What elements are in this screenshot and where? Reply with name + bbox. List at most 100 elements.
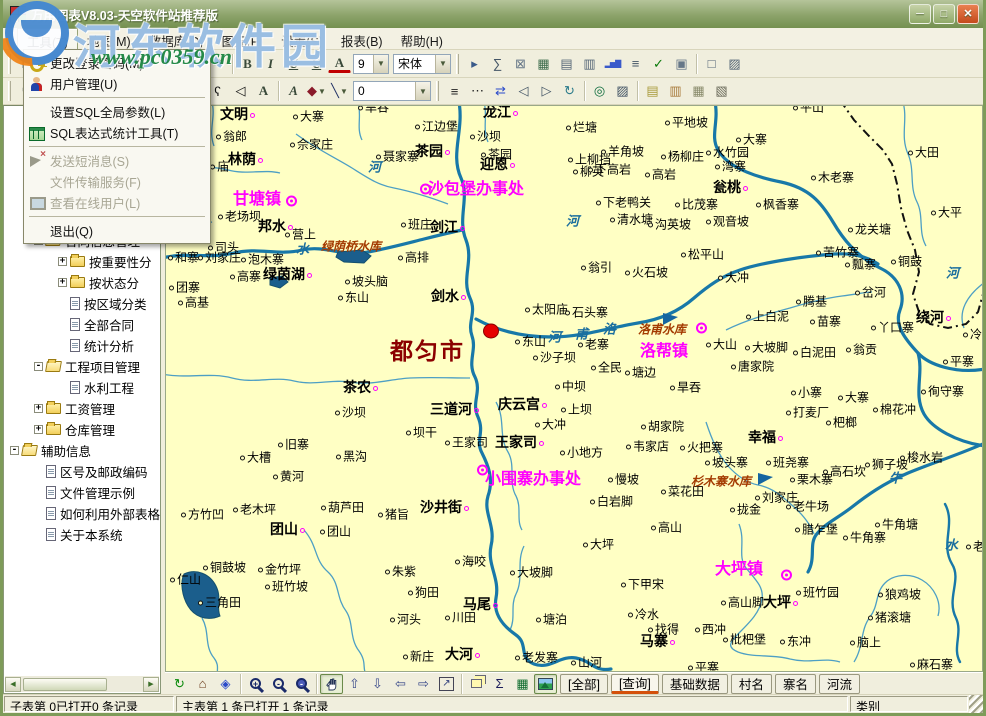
expand-icon[interactable]: + <box>34 425 43 434</box>
chart-view-icon[interactable]: ▂▅▇ <box>601 53 624 74</box>
italic-icon[interactable]: I <box>259 53 282 74</box>
underline-icon[interactable]: U <box>282 53 305 74</box>
resize-grip[interactable] <box>969 695 983 713</box>
menubar-item-2[interactable]: 数据库(D) <box>140 28 213 49</box>
close-button[interactable]: ✕ <box>957 4 979 24</box>
strikethrough-icon[interactable]: U <box>305 53 328 74</box>
tree-item-5[interactable]: 统计分析 <box>4 335 160 356</box>
swap-arrows-icon[interactable]: ⇄ <box>489 81 512 102</box>
font-size-combo[interactable]: 9▼ <box>353 54 389 74</box>
table-total-icon[interactable]: ≡ <box>624 53 647 74</box>
grid-close-icon[interactable]: ▨ <box>723 53 746 74</box>
font-style-icon[interactable]: A <box>282 81 305 102</box>
link-globe-icon[interactable]: ◎ <box>588 81 611 102</box>
map-image-icon[interactable] <box>534 674 557 694</box>
layer-down-icon[interactable]: ▧ <box>710 81 733 102</box>
layer-front-icon[interactable]: ▤ <box>641 81 664 102</box>
filter-button-4[interactable]: 寨名 <box>775 674 816 694</box>
filter-button-3[interactable]: 村名 <box>731 674 772 694</box>
scroll-right-icon[interactable]: ▶ <box>143 677 159 692</box>
extent-icon[interactable]: ↗ <box>435 674 458 694</box>
scroll-thumb[interactable] <box>23 678 107 691</box>
node-edit-icon[interactable]: ◁ <box>512 81 535 102</box>
collapse-icon[interactable]: - <box>10 446 19 455</box>
tree-item-13[interactable]: 如何利用外部表格 <box>4 503 160 524</box>
scroll-left-icon[interactable]: ◀ <box>5 677 21 692</box>
menubar-item-6[interactable]: 帮助(H) <box>392 28 452 49</box>
map-view[interactable]: 大寨旱吞江边堡沙坝茶园聂家寨佘家庄翁郎庙上柳挡柳英老场坝营上班庄高排司头和寨刘家… <box>165 105 983 672</box>
menu-item-10[interactable]: 退出(Q) <box>25 220 209 241</box>
zoom-full-icon[interactable]: - <box>290 674 313 694</box>
expand-icon[interactable]: + <box>58 278 67 287</box>
line-dash-icon[interactable]: ⋯ <box>466 81 489 102</box>
filter-button-0[interactable]: [全部] <box>560 674 608 694</box>
zoom-out-icon[interactable]: - <box>267 674 290 694</box>
tree-item-10[interactable]: -辅助信息 <box>4 440 160 461</box>
menu-item-4[interactable]: SQL表达式统计工具(T) <box>25 122 209 143</box>
draw-polygon-icon[interactable]: ◁ <box>229 81 252 102</box>
tree-item-1[interactable]: +按重要性分 <box>4 251 160 272</box>
menubar-item-5[interactable]: 报表(B) <box>332 28 392 49</box>
fill-color-icon[interactable]: ◆▼ <box>305 81 328 102</box>
tree-item-3[interactable]: 按区域分类 <box>4 293 160 314</box>
line-color-icon[interactable]: ╲▼ <box>328 81 351 102</box>
spell-check-icon[interactable]: ✓ <box>647 53 670 74</box>
maximize-button[interactable]: □ <box>933 4 955 24</box>
filter-button-2[interactable]: 基础数据 <box>662 674 728 694</box>
menubar-item-4[interactable]: 设置(S) <box>272 28 332 49</box>
table-design-icon[interactable]: ▦ <box>532 53 555 74</box>
filter-button-5[interactable]: 河流 <box>819 674 860 694</box>
toolbar-grip[interactable] <box>8 81 11 101</box>
cascade-windows-icon[interactable] <box>465 674 488 694</box>
tree-item-7[interactable]: 水利工程 <box>4 377 160 398</box>
layer-up-icon[interactable]: ▦ <box>687 81 710 102</box>
filter-button-1[interactable]: [查询] <box>611 674 659 694</box>
flip-shape-icon[interactable]: ▷ <box>535 81 558 102</box>
expand-icon[interactable]: + <box>58 257 67 266</box>
refresh-shape-icon[interactable]: ↻ <box>558 81 581 102</box>
line-style-icon[interactable]: ≡ <box>443 81 466 102</box>
font-name-combo[interactable]: 宋体▼ <box>393 54 451 74</box>
tree-item-4[interactable]: 全部合同 <box>4 314 160 335</box>
collapse-icon[interactable]: - <box>34 362 43 371</box>
title-bar[interactable]: 万用图表V8.03-天空软件站推荐版 ─ □ ✕ <box>3 0 983 28</box>
tree-item-2[interactable]: +按状态分 <box>4 272 160 293</box>
tree-item-8[interactable]: +工资管理 <box>4 398 160 419</box>
tree-item-12[interactable]: 文件管理示例 <box>4 482 160 503</box>
chevron-down-icon[interactable]: ▼ <box>373 55 388 73</box>
report-view-icon[interactable]: ▥ <box>578 53 601 74</box>
tree-horizontal-scrollbar[interactable]: ◀ ▶ <box>5 676 159 692</box>
sum-sigma-icon[interactable]: Σ <box>488 674 511 694</box>
toolbar-grip[interactable] <box>456 54 459 74</box>
menubar-item-1[interactable]: 地图(M) <box>78 28 140 49</box>
tree-item-14[interactable]: 关于本系统 <box>4 524 160 545</box>
menubar-item-3[interactable]: 图元(P) <box>213 28 273 49</box>
expand-icon[interactable]: + <box>34 404 43 413</box>
font-color-icon[interactable]: A <box>328 54 351 73</box>
move-up-icon[interactable]: ⇧ <box>343 674 366 694</box>
tree-item-9[interactable]: +仓库管理 <box>4 419 160 440</box>
form-view-icon[interactable]: ▤ <box>555 53 578 74</box>
chevron-down-icon[interactable]: ▼ <box>435 55 450 73</box>
print-preview-icon[interactable]: □ <box>700 53 723 74</box>
refresh-data-icon[interactable]: ↻ <box>168 674 191 694</box>
menubar-item-0[interactable]: 工具(T) <box>17 28 78 49</box>
home-icon[interactable]: ⌂ <box>191 674 214 694</box>
menu-item-0[interactable]: 更改登录密码(M) <box>25 52 209 73</box>
tree-item-11[interactable]: 区号及邮政编码 <box>4 461 160 482</box>
chevron-down-icon[interactable]: ▼ <box>415 82 430 100</box>
window-copy-icon[interactable]: ▣ <box>670 53 693 74</box>
layer-back-icon[interactable]: ▥ <box>664 81 687 102</box>
toolbar-grip[interactable] <box>8 54 11 74</box>
sql-grid-icon[interactable]: ▦ <box>511 674 534 694</box>
bold-icon[interactable]: B <box>236 53 259 74</box>
move-down-icon[interactable]: ⇩ <box>366 674 389 694</box>
form-run-icon[interactable]: ▸ <box>463 53 486 74</box>
zoom-in-icon[interactable]: + <box>244 674 267 694</box>
move-right-icon[interactable]: ⇨ <box>412 674 435 694</box>
menu-item-3[interactable]: 设置SQL全局参数(L) <box>25 101 209 122</box>
table-sum-icon[interactable]: ∑ <box>486 53 509 74</box>
menu-item-1[interactable]: 用户管理(U) <box>25 73 209 94</box>
draw-text-icon[interactable]: A <box>252 81 275 102</box>
map-layers-icon[interactable]: ◈ <box>214 674 237 694</box>
